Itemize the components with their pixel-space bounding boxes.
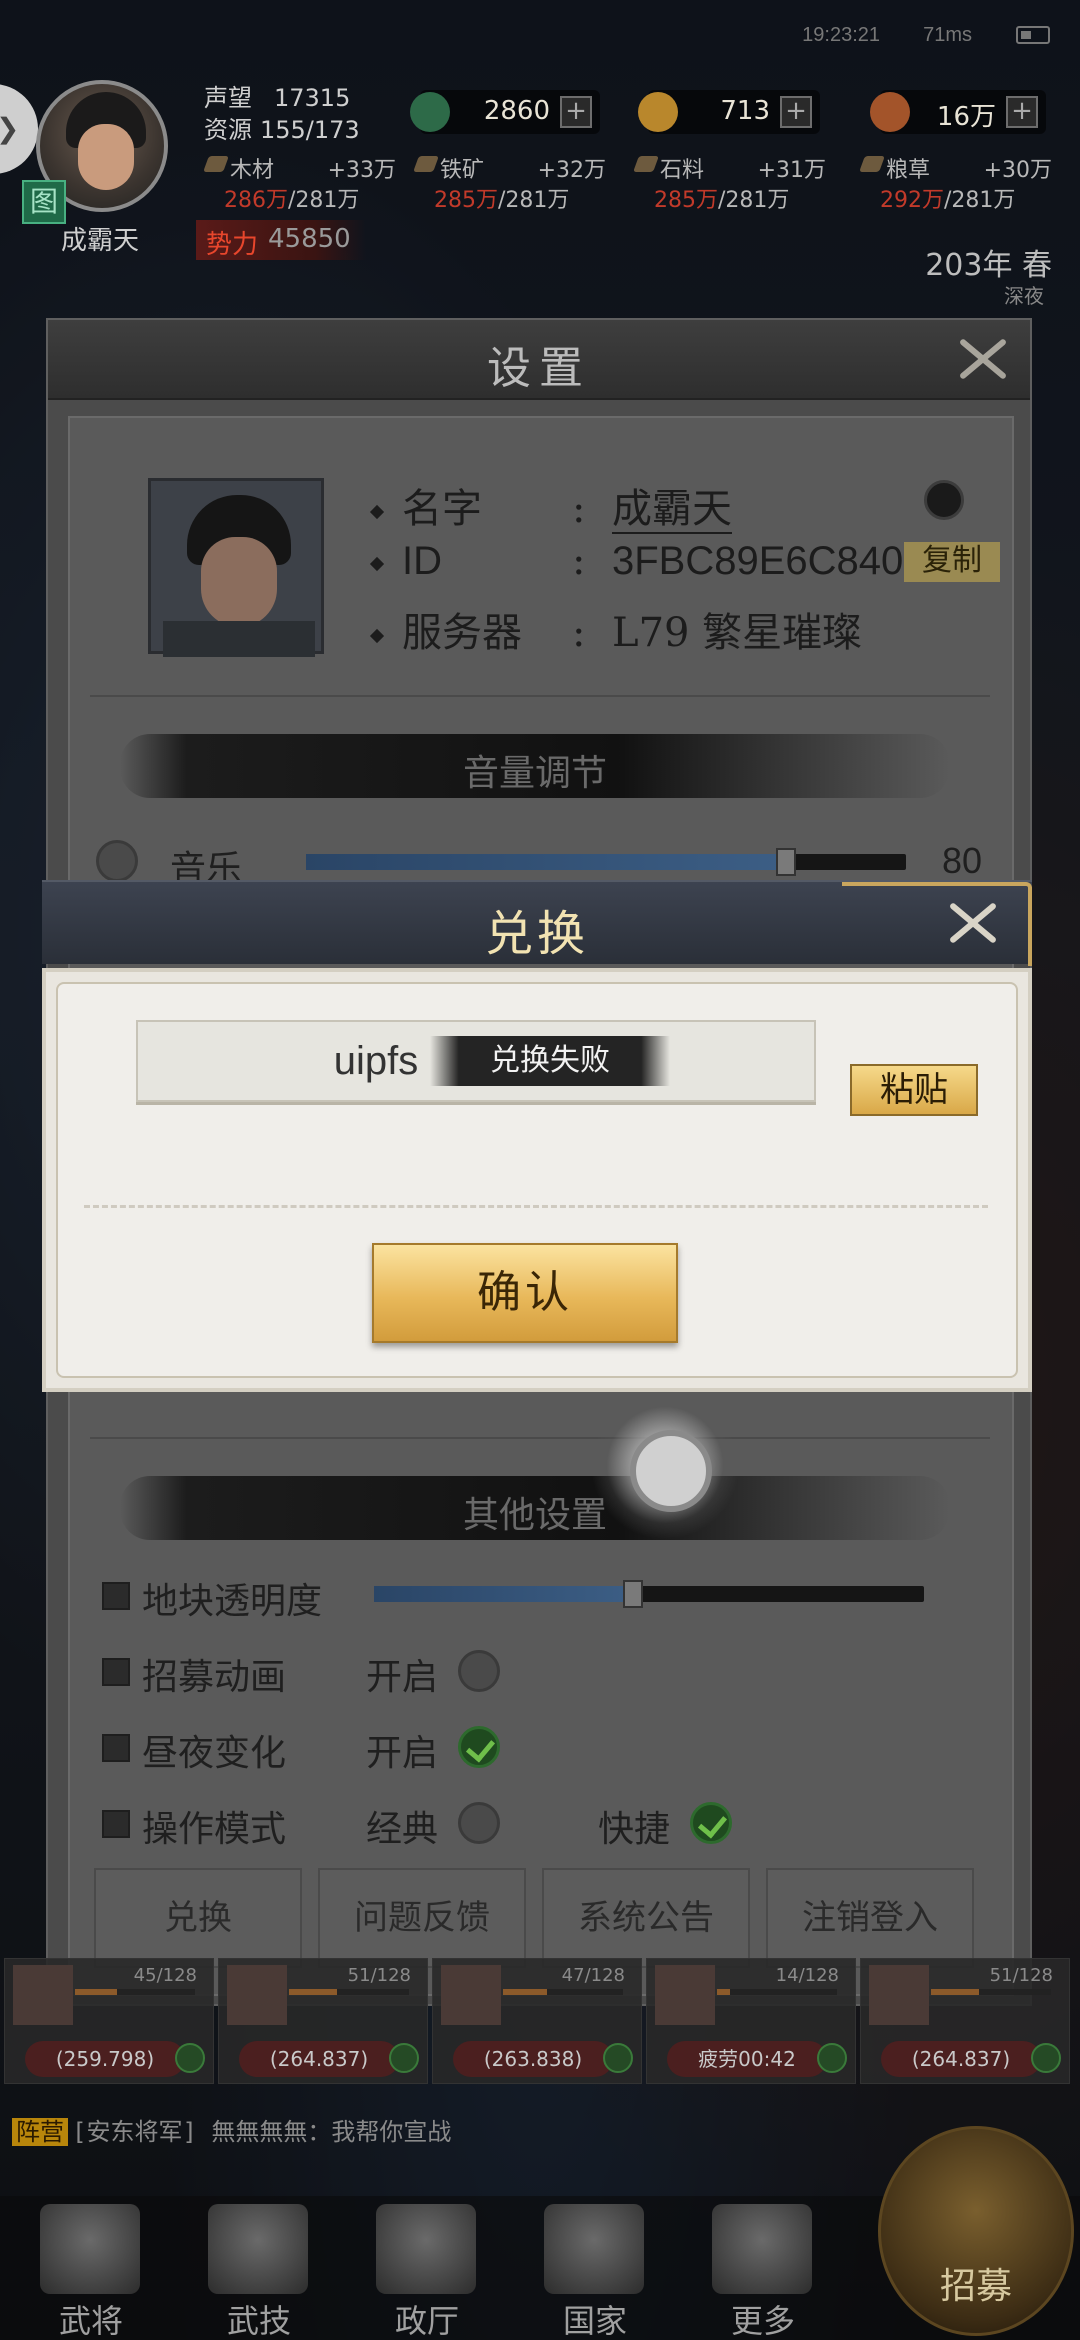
- divider: [90, 1437, 990, 1439]
- music-toggle[interactable]: [96, 840, 138, 882]
- season-label: 203年 春: [925, 248, 1052, 283]
- recruit-anim-row: 招募动画 开启: [102, 1648, 1002, 1704]
- generals-strip: 45/128 (259.798) 51/128 (264.837) 47/128…: [0, 1958, 1080, 2088]
- go-icon: [389, 2043, 419, 2073]
- divider: [90, 695, 990, 697]
- material-wood: 木材 +33万 286万/281万: [203, 152, 406, 213]
- resource-stat: 资源 155/173: [204, 116, 360, 144]
- general-card[interactable]: 45/128 (259.798): [4, 1958, 214, 2084]
- currency-copper: 713 +: [638, 90, 820, 134]
- general-card[interactable]: 51/128 (264.837): [860, 1958, 1070, 2084]
- volume-section-header: 音量调节: [120, 734, 950, 798]
- gold-coin-icon: [870, 92, 910, 132]
- nav-nation[interactable]: 国家: [520, 2196, 670, 2340]
- general-card[interactable]: 14/128 疲劳00:42: [646, 1958, 856, 2084]
- settings-avatar: [148, 478, 324, 657]
- edit-name-icon[interactable]: [924, 480, 964, 520]
- go-icon: [175, 2043, 205, 2073]
- recruit-button[interactable]: 招募: [878, 2126, 1074, 2336]
- nav-government[interactable]: 政厅: [352, 2196, 502, 2340]
- time-of-day-label: 深夜: [1004, 284, 1044, 308]
- server-row: 服务器: L79 繁星璀璨: [369, 600, 862, 658]
- add-gold-button[interactable]: +: [1006, 96, 1038, 128]
- settings-title: 设置: [487, 343, 591, 394]
- more-icon: [712, 2204, 812, 2294]
- tab-feedback[interactable]: 问题反馈: [318, 1868, 526, 1968]
- go-icon: [603, 2043, 633, 2073]
- player-name: 成霸天: [60, 226, 139, 256]
- day-night-checkbox[interactable]: [458, 1726, 500, 1768]
- touch-indicator: [590, 1390, 740, 1540]
- settings-tabbar: 兑换 问题反馈 系统公告 注销登入: [48, 1868, 974, 1968]
- id-row: ID:3FBC89E6C840: [369, 538, 903, 584]
- tab-announcement[interactable]: 系统公告: [542, 1868, 750, 1968]
- currency-troops: 2860 +: [410, 90, 600, 134]
- tile-opacity-row: 地块透明度: [102, 1572, 1002, 1622]
- redeem-close-icon[interactable]: [940, 894, 1000, 954]
- fame-stat: 声望 17315: [204, 84, 351, 112]
- other-section-header: 其他设置: [120, 1476, 950, 1540]
- name-row: 名字: 成霸天: [369, 476, 732, 534]
- banner-icon: [544, 2204, 644, 2294]
- confirm-button[interactable]: 确认: [372, 1243, 678, 1343]
- expand-arrow-button[interactable]: ❯: [0, 84, 38, 174]
- music-slider-handle[interactable]: [776, 848, 796, 876]
- name-value[interactable]: 成霸天: [612, 486, 732, 534]
- ping-indicator: 71ms: [923, 24, 972, 46]
- troops-icon: [410, 92, 450, 132]
- chevron-right-icon: ❯: [0, 112, 19, 145]
- seal-icon: 图: [22, 180, 66, 224]
- general-card[interactable]: 51/128 (264.837): [218, 1958, 428, 2084]
- copy-id-button[interactable]: 复制: [904, 542, 1000, 582]
- chat-ticker[interactable]: 阵营 [安东将军] 無無無無：我帮你宣战: [12, 2112, 451, 2147]
- pagoda-icon: [376, 2204, 476, 2294]
- day-night-row: 昼夜变化 开启: [102, 1724, 1002, 1780]
- paste-button[interactable]: 粘贴: [850, 1064, 978, 1116]
- recruit-anim-icon: [102, 1658, 130, 1686]
- redeem-header: 兑换: [42, 880, 1032, 966]
- add-copper-button[interactable]: +: [780, 96, 812, 128]
- material-iron: 铁矿 +32万 285万/281万: [413, 152, 616, 213]
- wood-icon: [203, 156, 229, 172]
- op-mode-icon: [102, 1810, 130, 1838]
- tab-logout[interactable]: 注销登入: [766, 1868, 974, 1968]
- tile-opacity-slider-handle[interactable]: [622, 1580, 643, 1608]
- error-toast: 兑换失败: [430, 1036, 670, 1086]
- day-night-icon: [102, 1734, 130, 1762]
- grain-icon: [859, 156, 885, 172]
- tab-redeem[interactable]: 兑换: [94, 1868, 302, 1968]
- status-bar: 19:23:21 71ms: [0, 0, 1080, 70]
- op-mode-classic-radio[interactable]: [458, 1802, 500, 1844]
- go-icon: [1031, 2043, 1061, 2073]
- helmet-icon: [40, 2204, 140, 2294]
- nav-generals[interactable]: 武将: [16, 2196, 166, 2340]
- top-hud: ❯ 图 成霸天 声望17315 资源155/173 2860 + 713 + 1…: [0, 70, 1080, 308]
- settings-close-icon[interactable]: [950, 330, 1010, 390]
- op-mode-fast-radio[interactable]: [690, 1802, 732, 1844]
- tile-opacity-icon: [102, 1582, 130, 1610]
- clock: 19:23:21: [802, 24, 880, 46]
- currency-gold: 16万 +: [870, 90, 1046, 134]
- add-troops-button[interactable]: +: [560, 96, 592, 128]
- nav-skills[interactable]: 武技: [184, 2196, 334, 2340]
- general-card[interactable]: 47/128 (263.838): [432, 1958, 642, 2084]
- music-slider[interactable]: [306, 848, 906, 876]
- tile-opacity-slider[interactable]: [374, 1580, 924, 1608]
- battery-icon: [1016, 26, 1050, 44]
- settings-header: 设置: [48, 320, 1030, 400]
- go-icon: [817, 2043, 847, 2073]
- stone-icon: [633, 156, 659, 172]
- dashed-divider: [84, 1205, 988, 1208]
- copper-coin-icon: [638, 92, 678, 132]
- op-mode-row: 操作模式 经典 快捷: [102, 1800, 1002, 1856]
- material-stone: 石料 +31万 285万/281万: [633, 152, 836, 213]
- power-stat: 势力 45850: [196, 220, 366, 260]
- nav-more[interactable]: 更多: [688, 2196, 838, 2340]
- recruit-anim-checkbox[interactable]: [458, 1650, 500, 1692]
- chat-channel-tag: 阵营: [12, 2118, 68, 2146]
- scroll-icon: [208, 2204, 308, 2294]
- iron-icon: [413, 156, 439, 172]
- material-grain: 粮草 +30万 292万/281万: [859, 152, 1062, 213]
